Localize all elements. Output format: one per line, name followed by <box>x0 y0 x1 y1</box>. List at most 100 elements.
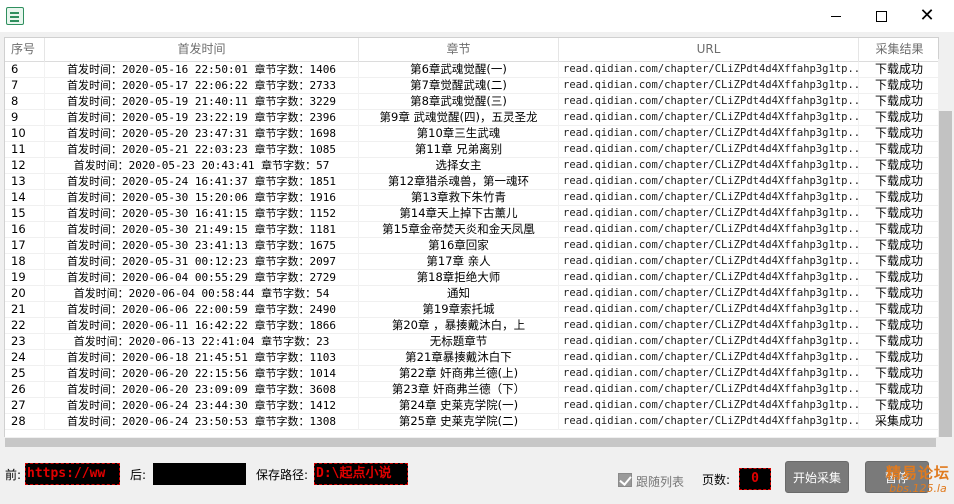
row-publish-time: 首发时间：2020-06-20 23:09:09 章节字数：3608 <box>45 382 359 398</box>
row-url: read.qidian.com/chapter/CLiZPdt4d4Xffahp… <box>559 414 859 430</box>
table-row[interactable]: 20 首发时间：2020-06-04 00:58:44 章节字数：54 通知 read… <box>5 286 938 302</box>
table-row[interactable]: 21 首发时间：2020-06-06 22:00:59 章节字数：2490 第19章… <box>5 302 938 318</box>
row-result: 采集成功 <box>859 414 938 430</box>
row-result: 下载成功 <box>859 238 938 254</box>
row-chapter-title: 第25章 史莱克学院(二) <box>359 414 559 430</box>
row-publish-time: 首发时间：2020-06-20 22:15:56 章节字数：1014 <box>45 366 359 382</box>
row-result: 下载成功 <box>859 302 938 318</box>
row-publish-time: 首发时间：2020-06-18 21:45:51 章节字数：1103 <box>45 350 359 366</box>
row-index: 14 <box>5 190 45 206</box>
row-index: 20 <box>5 286 45 302</box>
row-result: 下载成功 <box>859 78 938 94</box>
row-publish-time: 首发时间：2020-05-30 15:20:06 章节字数：1916 <box>45 190 359 206</box>
vertical-scrollbar-thumb[interactable] <box>939 111 952 437</box>
maximize-icon[interactable] <box>858 0 904 32</box>
row-chapter-title: 第16章回家 <box>359 238 559 254</box>
row-url: read.qidian.com/chapter/CLiZPdt4d4Xffahp… <box>559 190 859 206</box>
row-publish-time: 首发时间：2020-06-24 23:50:53 章节字数：1308 <box>45 414 359 430</box>
row-chapter-title: 第12章猎杀魂兽，第一魂环 <box>359 174 559 190</box>
table-row[interactable]: 13 首发时间：2020-05-24 16:41:37 章节字数：1851 第12章… <box>5 174 938 190</box>
table-row[interactable]: 8 首发时间：2020-05-19 21:40:11 章节字数：3229 第8章武魂… <box>5 94 938 110</box>
table-row[interactable]: 12 首发时间：2020-05-23 20:43:41 章节字数：57 选择女主 re… <box>5 158 938 174</box>
table-row[interactable]: 18 首发时间：2020-05-31 00:12:23 章节字数：2097 第17章… <box>5 254 938 270</box>
row-index: 18 <box>5 254 45 270</box>
forum-watermark: 精易论坛 bbs.125.la <box>882 464 954 504</box>
save-path-input[interactable]: D:\起点小说 <box>314 463 408 485</box>
chapter-list-grid[interactable]: 序号 首发时间 章节 URL 采集结果 6 首发时间：2020-05-16 22:… <box>4 37 939 448</box>
row-chapter-title: 第22章 奸商弗兰德(上) <box>359 366 559 382</box>
table-row[interactable]: 26 首发时间：2020-06-20 23:09:09 章节字数：3608 第23章… <box>5 382 938 398</box>
table-row[interactable]: 27 首发时间：2020-06-24 23:44:30 章节字数：1412 第24章… <box>5 398 938 414</box>
row-url: read.qidian.com/chapter/CLiZPdt4d4Xffahp… <box>559 270 859 286</box>
table-row[interactable]: 7 首发时间：2020-05-17 22:06:22 章节字数：2733 第7章觉醒… <box>5 78 938 94</box>
close-icon[interactable]: ✕ <box>904 0 950 32</box>
table-row[interactable]: 6 首发时间：2020-05-16 22:50:01 章节字数：1406 第6章武魂… <box>5 62 938 78</box>
row-result: 下载成功 <box>859 158 938 174</box>
follow-list-checkbox[interactable] <box>618 473 632 487</box>
table-row[interactable]: 10 首发时间：2020-05-20 23:47:31 章节字数：1698 第10章… <box>5 126 938 142</box>
row-chapter-title: 无标题章节 <box>359 334 559 350</box>
table-row[interactable]: 9 首发时间：2020-05-19 23:22:19 章节字数：2396 第9章 武… <box>5 110 938 126</box>
row-index: 27 <box>5 398 45 414</box>
row-chapter-title: 第8章武魂觉醒(三) <box>359 94 559 110</box>
row-publish-time: 首发时间：2020-05-17 22:06:22 章节字数：2733 <box>45 78 359 94</box>
suffix-input[interactable] <box>153 463 246 485</box>
row-index: 25 <box>5 366 45 382</box>
title-bar: ✕ <box>0 0 954 32</box>
table-row[interactable]: 25 首发时间：2020-06-20 22:15:56 章节字数：1014 第22章… <box>5 366 938 382</box>
row-result: 下载成功 <box>859 174 938 190</box>
row-url: read.qidian.com/chapter/CLiZPdt4d4Xffahp… <box>559 222 859 238</box>
table-row[interactable]: 24 首发时间：2020-06-18 21:45:51 章节字数：1103 第21章… <box>5 350 938 366</box>
table-row[interactable]: 16 首发时间：2020-05-30 21:49:15 章节字数：1181 第15章… <box>5 222 938 238</box>
row-result: 下载成功 <box>859 94 938 110</box>
row-chapter-title: 第11章 兄弟离别 <box>359 142 559 158</box>
row-publish-time: 首发时间：2020-06-06 22:00:59 章节字数：2490 <box>45 302 359 318</box>
row-index: 24 <box>5 350 45 366</box>
grid-header: 序号 首发时间 章节 URL 采集结果 <box>5 38 938 62</box>
table-row[interactable]: 17 首发时间：2020-05-30 23:41:13 章节字数：1675 第16章… <box>5 238 938 254</box>
row-publish-time: 首发时间：2020-06-04 00:55:29 章节字数：2729 <box>45 270 359 286</box>
row-chapter-title: 第18章拒绝大师 <box>359 270 559 286</box>
row-url: read.qidian.com/chapter/CLiZPdt4d4Xffahp… <box>559 286 859 302</box>
table-row[interactable]: 15 首发时间：2020-05-30 16:41:15 章节字数：1152 第14章… <box>5 206 938 222</box>
suffix-label: 后: <box>130 468 147 482</box>
row-result: 下载成功 <box>859 126 938 142</box>
row-chapter-title: 第17章 亲人 <box>359 254 559 270</box>
row-result: 下载成功 <box>859 398 938 414</box>
row-url: read.qidian.com/chapter/CLiZPdt4d4Xffahp… <box>559 382 859 398</box>
table-row[interactable]: 19 首发时间：2020-06-04 00:55:29 章节字数：2729 第18章… <box>5 270 938 286</box>
minimize-icon[interactable] <box>813 0 859 32</box>
column-header-chapter[interactable]: 章节 <box>359 38 559 62</box>
row-url: read.qidian.com/chapter/CLiZPdt4d4Xffahp… <box>559 158 859 174</box>
row-result: 下载成功 <box>859 206 938 222</box>
row-index: 15 <box>5 206 45 222</box>
row-index: 16 <box>5 222 45 238</box>
start-collect-button[interactable]: 开始采集 <box>785 461 849 493</box>
row-result: 下载成功 <box>859 110 938 126</box>
table-row[interactable]: 28 首发时间：2020-06-24 23:50:53 章节字数：1308 第25章… <box>5 414 938 430</box>
column-header-time[interactable]: 首发时间 <box>45 38 359 62</box>
table-row[interactable]: 14 首发时间：2020-05-30 15:20:06 章节字数：1916 第13章… <box>5 190 938 206</box>
row-result: 下载成功 <box>859 366 938 382</box>
row-url: read.qidian.com/chapter/CLiZPdt4d4Xffahp… <box>559 110 859 126</box>
row-chapter-title: 第21章暴揍戴沐白下 <box>359 350 559 366</box>
prefix-input[interactable]: https://ww <box>25 463 120 485</box>
row-url: read.qidian.com/chapter/CLiZPdt4d4Xffahp… <box>559 302 859 318</box>
follow-list-label[interactable]: 跟随列表 <box>636 473 684 490</box>
pages-input[interactable]: 0 <box>739 468 771 490</box>
row-index: 23 <box>5 334 45 350</box>
row-result: 下载成功 <box>859 190 938 206</box>
row-chapter-title: 第19章索托城 <box>359 302 559 318</box>
column-header-url[interactable]: URL <box>559 38 859 62</box>
row-result: 下载成功 <box>859 382 938 398</box>
row-publish-time: 首发时间：2020-05-20 23:47:31 章节字数：1698 <box>45 126 359 142</box>
column-header-index[interactable]: 序号 <box>5 38 45 62</box>
table-row[interactable]: 11 首发时间：2020-05-21 22:03:23 章节字数：1085 第11章… <box>5 142 938 158</box>
horizontal-scrollbar-thumb[interactable] <box>5 438 936 447</box>
row-chapter-title: 第15章金帝焚天炎和金天凤凰 <box>359 222 559 238</box>
row-result: 下载成功 <box>859 142 938 158</box>
table-row[interactable]: 23 首发时间：2020-06-13 22:41:04 章节字数：23 无标题章节 r… <box>5 334 938 350</box>
column-header-result[interactable]: 采集结果 <box>859 38 938 62</box>
row-url: read.qidian.com/chapter/CLiZPdt4d4Xffahp… <box>559 334 859 350</box>
table-row[interactable]: 22 首发时间：2020-06-11 16:42:22 章节字数：1866 第20章… <box>5 318 938 334</box>
